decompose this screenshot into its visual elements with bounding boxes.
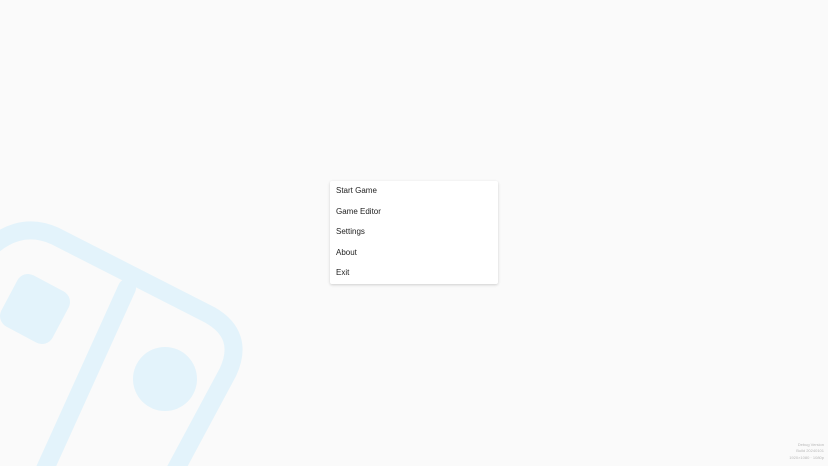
exit-button[interactable]: Exit bbox=[330, 263, 498, 284]
main-menu: Start Game Game Editor Settings About Ex… bbox=[330, 181, 498, 284]
about-button[interactable]: About bbox=[330, 243, 498, 264]
main-menu-screen: Start Game Game Editor Settings About Ex… bbox=[0, 0, 828, 466]
settings-button[interactable]: Settings bbox=[330, 222, 498, 243]
version-info: Debug Version Build 20240101 1920×1080 ·… bbox=[789, 442, 824, 462]
version-line-3: 1920×1080 · 1080p bbox=[789, 454, 824, 460]
start-game-button[interactable]: Start Game bbox=[330, 181, 498, 202]
game-editor-button[interactable]: Game Editor bbox=[330, 202, 498, 223]
